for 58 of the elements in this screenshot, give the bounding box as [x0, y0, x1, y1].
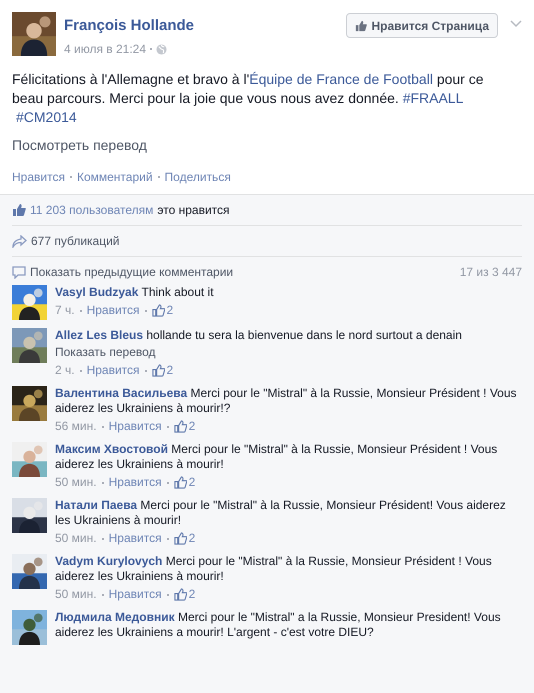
thumbs-up-icon [152, 364, 165, 377]
commenter-name-link[interactable]: Максим Хвостовой [55, 442, 168, 456]
like-page-button[interactable]: Нравится Страница [346, 13, 498, 38]
comment-time[interactable]: 50 мин. [55, 587, 97, 602]
comment-likes-count[interactable]: 2 [188, 587, 196, 602]
comment-like-link[interactable]: Нравится [86, 363, 140, 378]
comment-like-link[interactable]: Нравится [108, 531, 162, 546]
thumbs-up-icon [174, 532, 187, 545]
thumbs-up-icon [174, 420, 187, 433]
globe-icon [156, 44, 168, 54]
comment-time[interactable]: 2 ч. [55, 363, 75, 378]
comment-text: Максим Хвостовой Merci pour le "Mistral" à la Russie, Monsieur Président ! Vous aiderez les Ukrainiens à mourir! [55, 442, 498, 472]
thumbs-up-icon [174, 476, 187, 489]
commenter-name-link[interactable]: Vasyl Budzyak [55, 285, 138, 299]
author-name[interactable]: François Hollande [64, 16, 346, 36]
commenter-name-link[interactable]: Натали Паева [55, 498, 138, 512]
comment-text: Натали Паева Merci pour le "Mistral" à la Russie, Monsieur Président! Vous aiderez les Ukrainiens à mourir! [55, 498, 507, 528]
comment-text: Vadym Kurylovych Merci pour le "Mistral" à la Russie, Monsieur Président ! Vous aiderez les Ukrainiens à mourir! [55, 554, 493, 584]
thumbs-up-icon [152, 304, 165, 317]
likes-count-link[interactable]: 11 203 пользователям [30, 201, 154, 219]
comment-likes-count[interactable]: 2 [188, 419, 196, 434]
comment-like-link[interactable]: Нравится [108, 419, 162, 434]
comment-time[interactable]: 56 мин. [55, 419, 97, 434]
thumbs-up-icon [12, 203, 26, 217]
shares-count-link[interactable]: 677 публикаций [31, 232, 120, 250]
thumbs-up-icon [174, 588, 187, 601]
comment-likes-count[interactable]: 2 [166, 303, 174, 318]
comment-text: Vasyl Budzyak Think about it [55, 285, 215, 300]
comment-time[interactable]: 7 ч. [55, 303, 75, 318]
commenter-name-link[interactable]: Людмила Медовник [55, 610, 175, 624]
commenter-name-link[interactable]: Allez Les Bleus [55, 328, 144, 342]
post-action-link[interactable]: Нравится [12, 168, 65, 186]
comments-counter: 17 из 3 447 [460, 264, 522, 281]
comment-text: Валентина Васильева Merci pour le "Mistral" à la Russie, Monsieur Président ! Vous aiderez les Ukrainiens à mourir!? [55, 386, 518, 416]
thumbs-up-icon [355, 20, 368, 32]
comment-likes-count[interactable]: 2 [166, 363, 174, 378]
speech-bubble-icon [12, 266, 26, 278]
comment-like-link[interactable]: Нравится [86, 303, 140, 318]
post-text: Félicitations à l'Allemagne et bravo à l'Équipe de France de Football pour ce beau parcours. Merci pour la joie que vous nous avez donnée. #FRAALL #CM2014 [12, 70, 485, 127]
commenter-name-link[interactable]: Vadym Kurylovych [55, 554, 162, 568]
post-action-link[interactable]: Комментарий [76, 168, 153, 186]
show-previous-comments-link[interactable]: Показать предыдущие комментарии [30, 263, 456, 281]
post-action-link[interactable]: Поделиться [164, 168, 231, 186]
share-arrow-icon [12, 234, 27, 248]
comment-like-link[interactable]: Нравится [108, 475, 162, 490]
see-translation-link[interactable]: Показать перевод [55, 345, 156, 360]
likes-label: это нравится [157, 202, 230, 219]
comment-like-link[interactable]: Нравится [108, 587, 162, 602]
comment-text: Людмила Медовник Merci pour le "Mistral" a la Russie, Monsieur President! Vous aiderez les Ukrainiens a mourir! L'argent - c'est votre DIEU? [55, 610, 502, 640]
commenter-name-link[interactable]: Валентина Васильева [55, 386, 188, 400]
comment-time[interactable]: 50 мин. [55, 531, 97, 546]
see-translation-link[interactable]: Посмотреть перевод [12, 135, 147, 156]
post-time[interactable]: 4 июля в 21:24 [64, 40, 146, 58]
comment-text: Allez Les Bleus hollande tu sera la bienvenue dans le nord surtout a denain [55, 328, 463, 343]
comment-time[interactable]: 50 мин. [55, 475, 97, 490]
chevron-down-icon[interactable] [510, 20, 522, 28]
comment-likes-count[interactable]: 2 [188, 531, 196, 546]
comment-likes-count[interactable]: 2 [188, 475, 196, 490]
